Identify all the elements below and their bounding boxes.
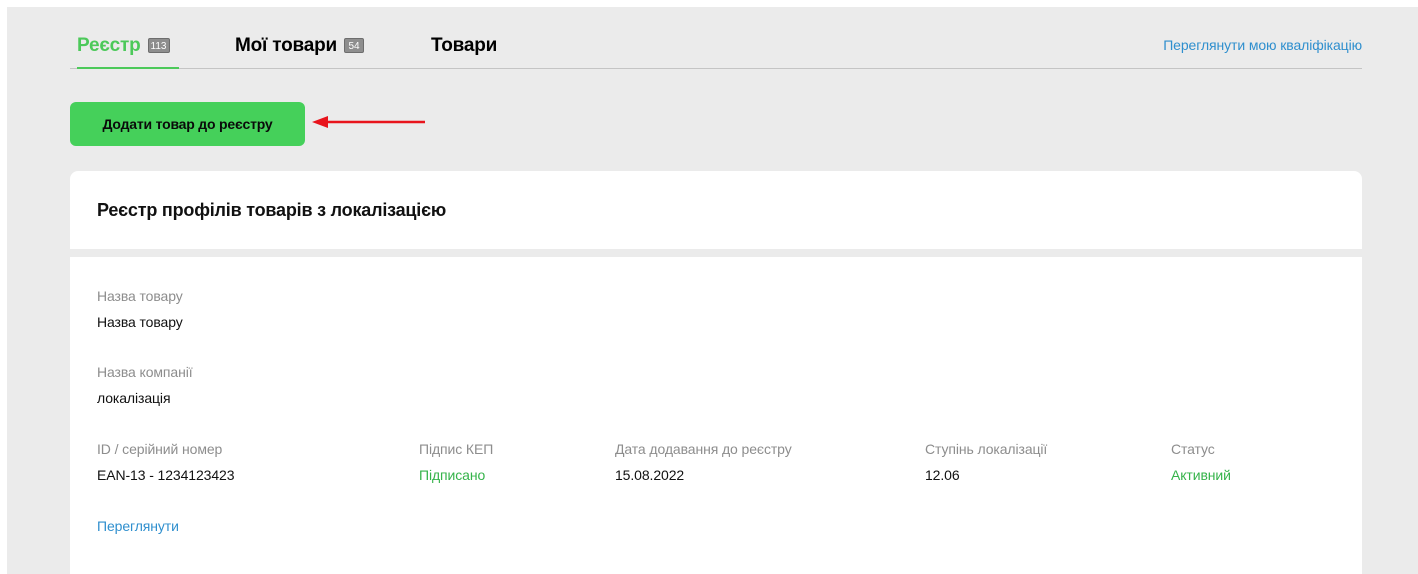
registry-item-card: Назва товару Назва товару Назва компанії… [70, 257, 1362, 574]
product-name-value: Назва товару [97, 314, 183, 330]
localization-degree-field: Ступінь локалізації 12.06 [925, 440, 1047, 484]
id-serial-label: ID / серійний номер [97, 441, 223, 457]
tab-my-goods[interactable]: Мої товари 54 [235, 31, 364, 67]
company-name-label: Назва компанії [97, 364, 193, 380]
id-serial-value: EAN-13 - 1234123423 [97, 467, 235, 483]
tab-registry-label: Реєстр [77, 35, 141, 56]
registry-title: Реєстр профілів товарів з локалізацією [97, 200, 447, 220]
view-qualification-link[interactable]: Переглянути мою кваліфікацію [1163, 37, 1362, 53]
product-name-label: Назва товару [97, 288, 183, 304]
view-item-link[interactable]: Переглянути [97, 518, 179, 534]
signature-label: Підпис КЕП [419, 441, 494, 457]
page-background: Реєстр 113 Мої товари 54 Товари Переглян… [7, 7, 1418, 574]
signature-field: Підпис КЕП Підписано [419, 440, 493, 484]
arrow-left-icon [312, 116, 425, 128]
tab-goods-label: Товари [431, 35, 498, 56]
status-field: Статус Активний [1171, 440, 1231, 484]
company-name-field: Назва компанії локалізація [97, 363, 193, 407]
registry-card-header: Реєстр профілів товарів з локалізацією [70, 171, 1362, 249]
tab-bar: Реєстр 113 Мої товари 54 Товари Переглян… [70, 31, 1362, 69]
date-added-value: 15.08.2022 [615, 467, 685, 483]
company-name-value: локалізація [97, 390, 171, 406]
signature-status: Підписано [419, 467, 486, 483]
date-added-label: Дата додавання до реєстру [615, 441, 792, 457]
product-name-field: Назва товару Назва товару [97, 287, 183, 331]
tab-registry[interactable]: Реєстр 113 [77, 31, 179, 69]
id-serial-field: ID / серійний номер EAN-13 - 1234123423 [97, 440, 235, 484]
tab-goods[interactable]: Товари [431, 31, 497, 67]
tab-my-goods-count-badge: 54 [344, 38, 364, 53]
add-product-to-registry-button[interactable]: Додати товар до реєстру [70, 102, 305, 146]
status-badge: Активний [1171, 467, 1231, 483]
status-label: Статус [1171, 441, 1215, 457]
localization-degree-value: 12.06 [925, 467, 960, 483]
tab-registry-count-badge: 113 [147, 38, 170, 53]
tab-my-goods-label: Мої товари [235, 35, 337, 56]
localization-degree-label: Ступінь локалізації [925, 441, 1048, 457]
date-added-field: Дата додавання до реєстру 15.08.2022 [615, 440, 792, 484]
